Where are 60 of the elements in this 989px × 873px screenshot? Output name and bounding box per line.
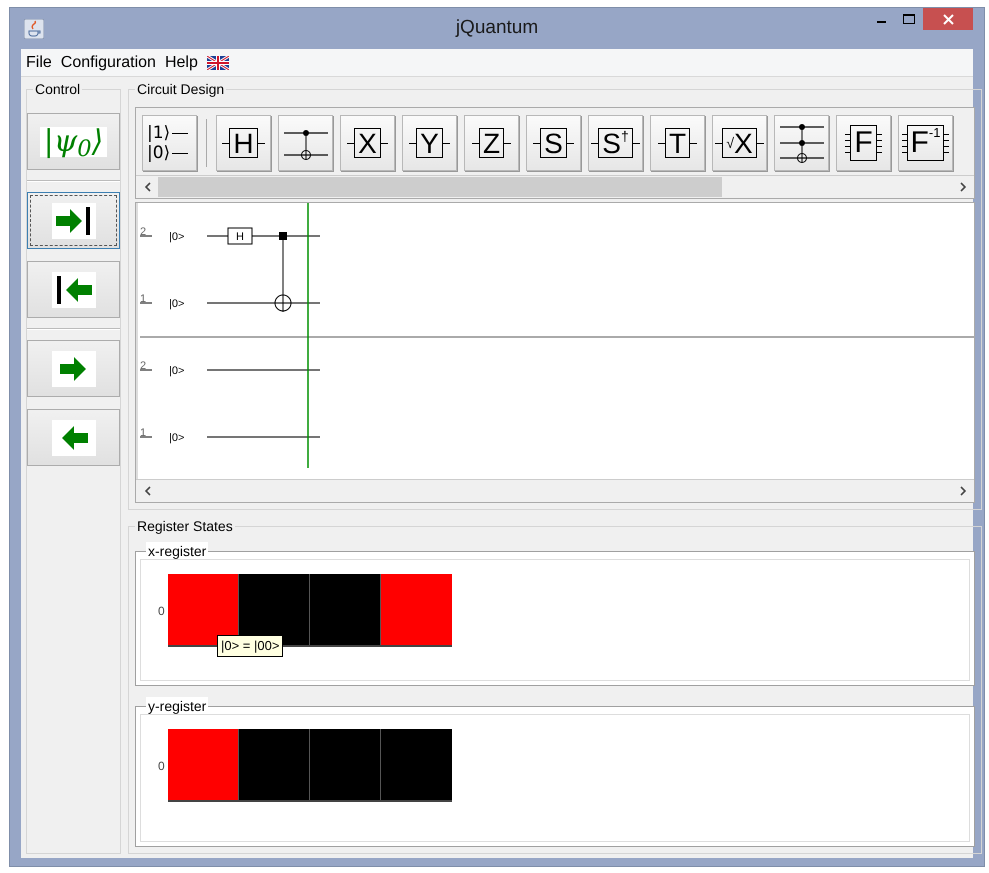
step-forward-button[interactable] bbox=[27, 192, 120, 249]
gate-button[interactable]: Z bbox=[464, 115, 519, 171]
gate-button[interactable]: S bbox=[526, 115, 581, 171]
gate-button[interactable]: T bbox=[650, 115, 705, 171]
menu-item[interactable]: Configuration bbox=[60, 50, 156, 74]
arrow-left-icon bbox=[52, 420, 96, 456]
close-icon bbox=[942, 14, 954, 24]
scrollbar-thumb[interactable] bbox=[158, 177, 722, 197]
initial-state-button[interactable]: |ψ$_{0}$⟩ bbox=[27, 113, 120, 170]
state-cell[interactable] bbox=[310, 574, 381, 645]
hadamard-gate[interactable]: H bbox=[228, 228, 252, 244]
qubit-state-label: |0> bbox=[169, 365, 184, 377]
state-cell[interactable] bbox=[310, 729, 381, 800]
qubit-state-label: |0> bbox=[169, 231, 184, 243]
row-label: 0 bbox=[158, 603, 165, 620]
gate-button[interactable]: X bbox=[340, 115, 395, 171]
qubit-index: 1 bbox=[140, 293, 146, 305]
menu-item[interactable]: File bbox=[26, 50, 52, 74]
toffoli-icon bbox=[778, 122, 826, 164]
scroll-left-icon[interactable] bbox=[144, 182, 150, 192]
cnot-gate[interactable] bbox=[274, 232, 292, 312]
gate-button[interactable]: √X bbox=[712, 115, 767, 171]
scroll-left-icon[interactable] bbox=[144, 486, 150, 496]
horizontal-scrollbar[interactable] bbox=[136, 479, 974, 502]
scroll-right-icon[interactable] bbox=[960, 182, 966, 192]
gate-button[interactable]: F bbox=[836, 115, 891, 171]
gate-button[interactable]: Y bbox=[402, 115, 457, 171]
toffoli-gate-button[interactable] bbox=[774, 115, 829, 171]
register-title: x-register bbox=[146, 542, 208, 560]
state-cell[interactable] bbox=[380, 729, 452, 800]
qubit-index: 2 bbox=[140, 226, 146, 238]
close-button[interactable] bbox=[923, 8, 973, 30]
step-forward-icon bbox=[52, 202, 96, 238]
qubit-index: 1 bbox=[140, 427, 146, 439]
step-back-button[interactable] bbox=[27, 261, 120, 318]
minimize-icon bbox=[876, 21, 886, 23]
run-forward-button[interactable] bbox=[27, 340, 120, 397]
horizontal-scrollbar[interactable] bbox=[136, 175, 974, 198]
uk-flag-icon[interactable] bbox=[206, 56, 229, 70]
qubit-init-button[interactable]: |1⟩ |0⟩ bbox=[142, 115, 197, 171]
state-cell[interactable] bbox=[238, 729, 310, 800]
window-title: jQuantum bbox=[456, 16, 538, 40]
arrow-right-icon bbox=[52, 350, 96, 386]
row-label: 0 bbox=[158, 758, 165, 775]
qubit-state-label: |0> bbox=[169, 432, 184, 444]
menu-item[interactable]: Help bbox=[164, 50, 198, 74]
maximize-icon bbox=[903, 14, 915, 24]
java-cup-icon bbox=[24, 18, 44, 38]
run-back-button[interactable] bbox=[27, 409, 120, 466]
scroll-right-icon[interactable] bbox=[960, 486, 966, 496]
step-back-icon bbox=[52, 272, 96, 308]
gate-button[interactable]: S† bbox=[588, 115, 643, 171]
qubit-state-label: |0> bbox=[169, 298, 184, 310]
state-tooltip: |0> = |00> bbox=[217, 635, 284, 657]
state-cell[interactable] bbox=[380, 574, 452, 645]
state-cell[interactable] bbox=[168, 729, 239, 800]
qubit-index: 2 bbox=[140, 360, 146, 372]
cnot-gate-button[interactable] bbox=[278, 115, 333, 171]
register-title: y-register bbox=[146, 697, 208, 715]
gate-button[interactable]: H bbox=[216, 115, 271, 171]
